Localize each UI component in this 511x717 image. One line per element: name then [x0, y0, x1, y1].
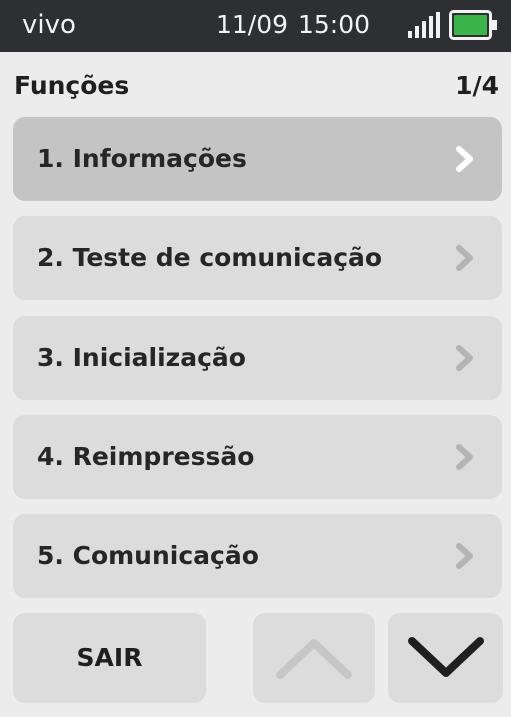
menu-item-inicializacao[interactable]: 3. Inicialização: [13, 316, 502, 400]
menu-item-label: 4. Reimpressão: [37, 442, 255, 471]
scroll-down-button[interactable]: [388, 613, 503, 703]
status-date: 11/09: [216, 10, 289, 39]
menu-item-teste-de-comunicacao[interactable]: 2. Teste de comunicação: [13, 216, 502, 300]
exit-button[interactable]: SAIR: [13, 613, 206, 703]
chevron-right-icon: [456, 543, 473, 569]
carrier-name: vivo: [22, 10, 76, 40]
menu-item-label: 2. Teste de comunicação: [37, 243, 383, 272]
page-indicator: 1/4: [455, 71, 499, 100]
terminal-screen: vivo 11/09 15:00 Funções 1/4 1. Informaç…: [0, 0, 511, 717]
chevron-right-icon: [456, 245, 473, 271]
menu-item-informacoes[interactable]: 1. Informações: [13, 117, 502, 201]
scroll-up-button[interactable]: [253, 613, 375, 703]
menu-item-label: 5. Comunicação: [37, 541, 259, 570]
status-bar: vivo 11/09 15:00: [0, 0, 511, 52]
signal-bars-icon: [408, 12, 440, 38]
chevron-right-icon: [456, 345, 473, 371]
menu-item-label: 3. Inicialização: [37, 343, 246, 372]
chevron-right-icon: [456, 444, 473, 470]
status-time: 15:00: [298, 10, 371, 39]
chevron-down-icon: [407, 637, 484, 677]
exit-button-label: SAIR: [76, 643, 143, 672]
chevron-right-icon: [456, 146, 473, 172]
page-title: Funções: [14, 71, 130, 100]
chevron-up-icon: [276, 639, 352, 679]
menu-item-comunicacao[interactable]: 5. Comunicação: [13, 514, 502, 598]
battery-icon: [449, 10, 497, 40]
menu-item-reimpressao[interactable]: 4. Reimpressão: [13, 415, 502, 499]
menu-item-label: 1. Informações: [37, 144, 247, 173]
